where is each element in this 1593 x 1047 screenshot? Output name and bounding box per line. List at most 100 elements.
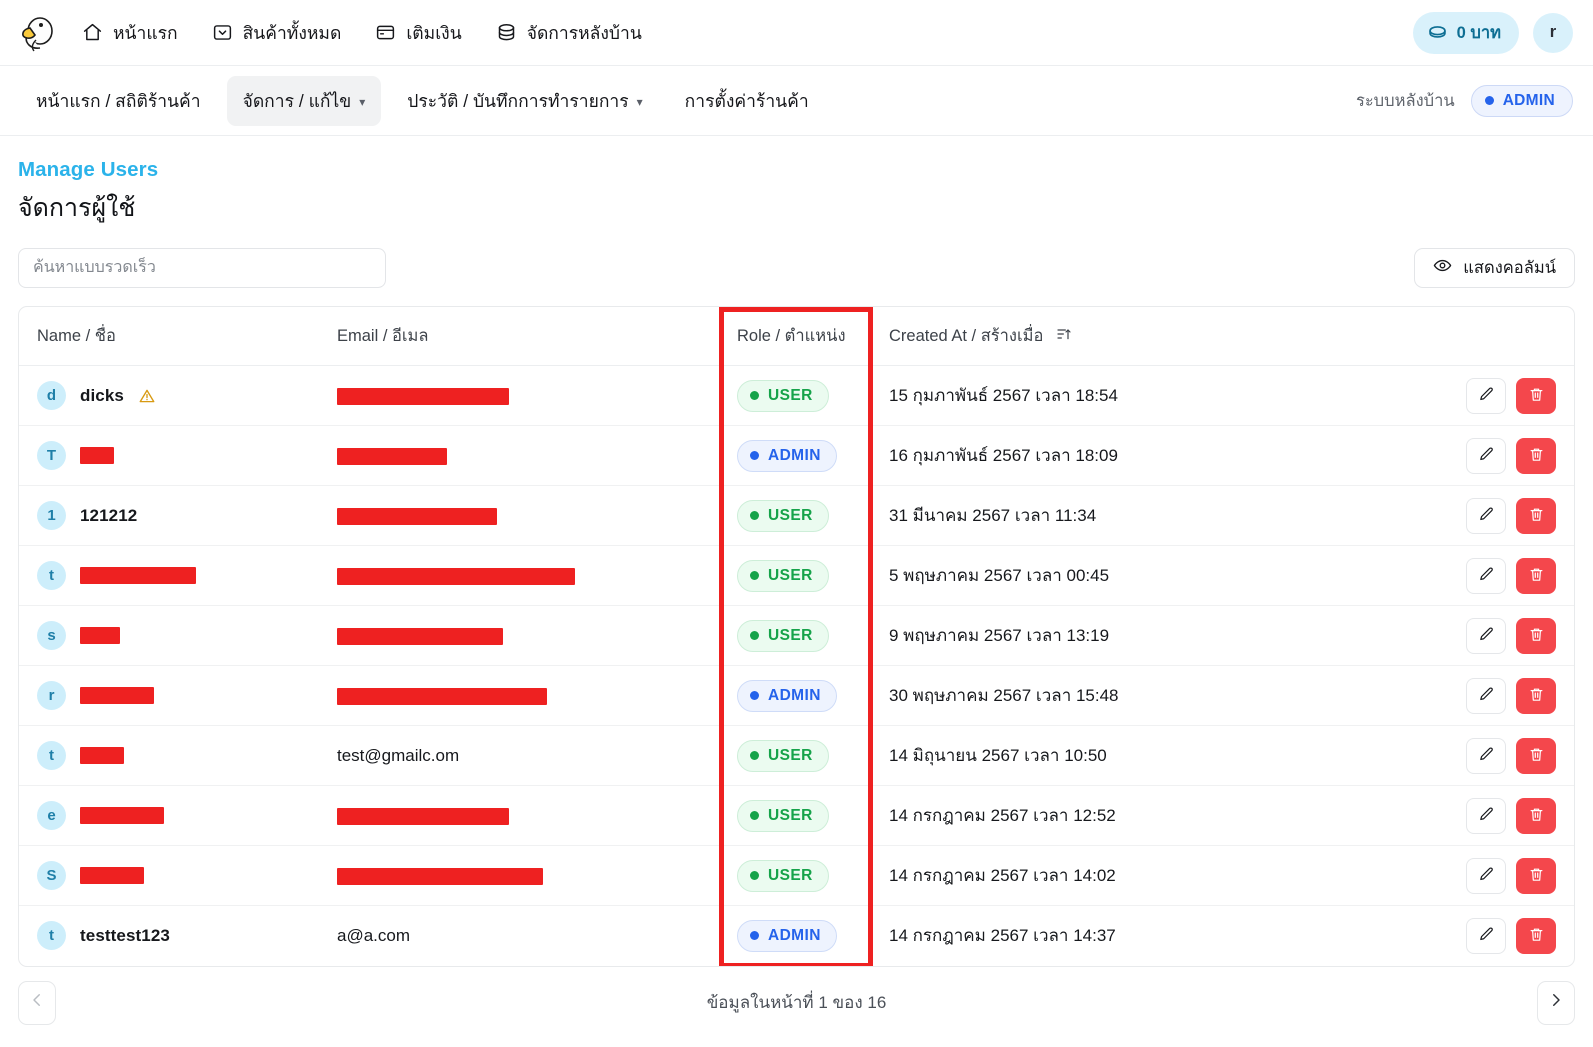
pagination-prev-button[interactable]	[18, 981, 56, 1025]
cell-email	[319, 606, 719, 666]
edit-user-button[interactable]	[1466, 618, 1506, 654]
toggle-columns-button[interactable]: แสดงคอลัมน์	[1414, 248, 1575, 288]
table-toolbar: แสดงคอลัมน์	[0, 228, 1593, 288]
cell-email	[319, 666, 719, 726]
table-row[interactable]: s USER 9 พฤษภาคม 2567 เวลา 13:19	[19, 606, 1574, 666]
role-badge-label: USER	[768, 747, 813, 765]
edit-user-button[interactable]	[1466, 858, 1506, 894]
nav-item-all-products[interactable]: สินค้าทั้งหมด	[212, 19, 342, 47]
delete-user-button[interactable]	[1516, 438, 1556, 474]
warning-icon	[138, 387, 156, 405]
table-row[interactable]: rADMIN30 พฤษภาคม 2567 เวลา 15:48	[19, 666, 1574, 726]
table-row[interactable]: ddicksUSER15 กุมภาพันธ์ 2567 เวลา 18:54	[19, 366, 1574, 426]
primary-nav: หน้าแรก สินค้าทั้งหมด เติมเงิน จัดการหลั…	[82, 19, 642, 47]
nav-item-home-label: หน้าแรก	[113, 19, 178, 47]
nav-item-topup[interactable]: เติมเงิน	[375, 19, 461, 47]
trash-icon	[1528, 866, 1545, 886]
avatar: T	[37, 441, 66, 470]
pagination-next-button[interactable]	[1537, 981, 1575, 1025]
status-dot-icon	[750, 451, 759, 460]
redacted-email	[337, 568, 575, 585]
database-icon	[496, 22, 517, 43]
edit-user-button[interactable]	[1466, 378, 1506, 414]
pencil-icon	[1478, 926, 1495, 946]
user-avatar-initial: r	[1550, 23, 1556, 42]
nav-item-backoffice[interactable]: จัดการหลังบ้าน	[496, 19, 642, 47]
delete-user-button[interactable]	[1516, 918, 1556, 954]
duck-logo[interactable]	[14, 10, 60, 56]
cell-created-at: 9 พฤษภาคม 2567 เวลา 13:19	[871, 606, 1331, 666]
role-badge: USER	[737, 560, 829, 592]
pencil-icon	[1478, 386, 1495, 406]
delete-user-button[interactable]	[1516, 558, 1556, 594]
cell-actions	[1331, 786, 1574, 846]
subnav-item-history[interactable]: ประวัติ / บันทึกการทำรายการ ▾	[391, 76, 658, 126]
role-badge: USER	[737, 740, 829, 772]
cell-name: 1121212	[19, 486, 319, 546]
column-header-created-at[interactable]: Created At / สร้างเมื่อ	[871, 307, 1331, 366]
table-row[interactable]: eUSER14 กรกฎาคม 2567 เวลา 12:52	[19, 786, 1574, 846]
redacted-name	[80, 627, 120, 644]
sort-asc-icon[interactable]	[1056, 326, 1072, 347]
redacted-email	[337, 808, 509, 825]
role-badge: USER	[737, 380, 829, 412]
edit-user-button[interactable]	[1466, 558, 1506, 594]
cell-actions	[1331, 726, 1574, 786]
role-badge-label: ADMIN	[768, 927, 821, 945]
delete-user-button[interactable]	[1516, 798, 1556, 834]
delete-user-button[interactable]	[1516, 858, 1556, 894]
pencil-icon	[1478, 806, 1495, 826]
table-row[interactable]: 1121212USER31 มีนาคม 2567 เวลา 11:34	[19, 486, 1574, 546]
table-row[interactable]: TADMIN16 กุมภาพันธ์ 2567 เวลา 18:09	[19, 426, 1574, 486]
table-row[interactable]: SUSER14 กรกฎาคม 2567 เวลา 14:02	[19, 846, 1574, 906]
user-name: 121212	[80, 506, 137, 526]
role-badge: USER	[737, 620, 829, 652]
delete-user-button[interactable]	[1516, 378, 1556, 414]
column-header-role[interactable]: Role / ตำแหน่ง	[719, 307, 871, 366]
avatar: r	[37, 681, 66, 710]
subnav-item-store-settings-label: การตั้งค่าร้านค้า	[685, 87, 809, 115]
subnav-item-store-settings[interactable]: การตั้งค่าร้านค้า	[669, 76, 825, 126]
cell-name: ttesttest123	[19, 906, 319, 966]
backoffice-label: ระบบหลังบ้าน	[1356, 88, 1455, 114]
edit-user-button[interactable]	[1466, 678, 1506, 714]
edit-user-button[interactable]	[1466, 798, 1506, 834]
column-header-email[interactable]: Email / อีเมล	[319, 307, 719, 366]
role-badge: ADMIN	[737, 440, 837, 472]
role-badge: USER	[737, 860, 829, 892]
cell-name: s	[19, 606, 319, 666]
edit-user-button[interactable]	[1466, 498, 1506, 534]
nav-item-home[interactable]: หน้าแรก	[82, 19, 178, 47]
delete-user-button[interactable]	[1516, 618, 1556, 654]
trash-icon	[1528, 626, 1545, 646]
edit-user-button[interactable]	[1466, 918, 1506, 954]
cell-email	[319, 426, 719, 486]
status-dot-icon	[750, 571, 759, 580]
subnav-item-manage-edit[interactable]: จัดการ / แก้ไข ▾	[227, 76, 382, 126]
column-header-name[interactable]: Name / ชื่อ	[19, 307, 319, 366]
user-name: dicks	[80, 386, 124, 406]
status-dot-icon	[750, 631, 759, 640]
delete-user-button[interactable]	[1516, 678, 1556, 714]
edit-user-button[interactable]	[1466, 738, 1506, 774]
table-row[interactable]: ttest@gmailc.omUSER14 มิถุนายน 2567 เวลา…	[19, 726, 1574, 786]
table-row[interactable]: ttesttest123a@a.comADMIN14 กรกฎาคม 2567 …	[19, 906, 1574, 966]
users-table-body: ddicksUSER15 กุมภาพันธ์ 2567 เวลา 18:54T…	[19, 366, 1574, 966]
edit-user-button[interactable]	[1466, 438, 1506, 474]
cell-role: USER	[719, 546, 871, 606]
subnav-item-home-stats[interactable]: หน้าแรก / สถิติร้านค้า	[20, 76, 217, 126]
column-header-actions	[1331, 307, 1574, 366]
redacted-email	[337, 688, 547, 705]
cell-created-at: 15 กุมภาพันธ์ 2567 เวลา 18:54	[871, 366, 1331, 426]
user-avatar[interactable]: r	[1533, 13, 1573, 53]
search-input[interactable]	[18, 248, 386, 288]
delete-user-button[interactable]	[1516, 498, 1556, 534]
balance-pill[interactable]: 0 บาท	[1413, 12, 1519, 54]
table-row[interactable]: tUSER5 พฤษภาคม 2567 เวลา 00:45	[19, 546, 1574, 606]
redacted-name	[80, 747, 124, 764]
cell-actions	[1331, 546, 1574, 606]
status-badge-admin[interactable]: ADMIN	[1471, 85, 1573, 117]
chevron-down-icon: ▾	[637, 96, 643, 108]
delete-user-button[interactable]	[1516, 738, 1556, 774]
redacted-name	[80, 687, 154, 704]
